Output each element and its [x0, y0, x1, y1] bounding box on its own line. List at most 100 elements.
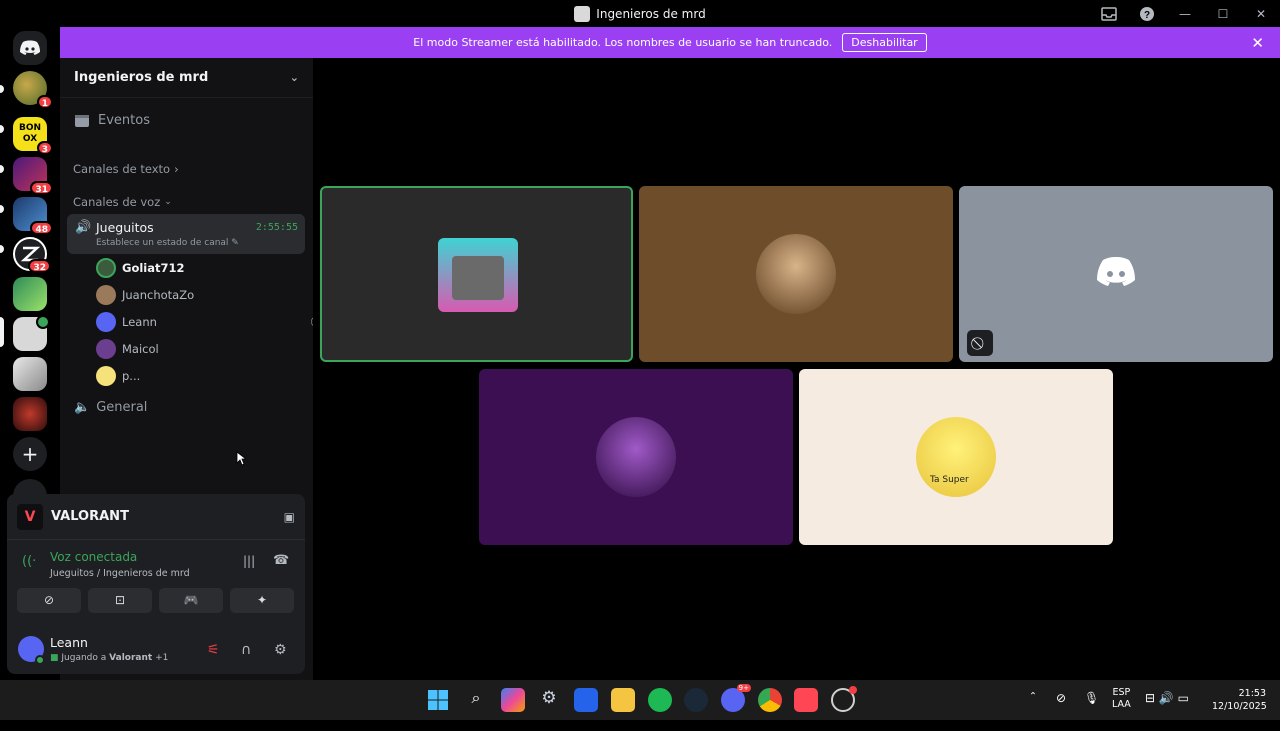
- category-label: Canales de voz: [73, 195, 161, 209]
- settings-gear-icon[interactable]: ⚙: [274, 642, 287, 658]
- voice-user[interactable]: Maicol: [96, 339, 349, 359]
- channel-status[interactable]: Establece un estado de canal ✎: [96, 238, 239, 248]
- server-icon: [574, 5, 591, 22]
- user-activity: ■ Jugando a Valorant +1: [50, 653, 168, 663]
- windows-taskbar: ⌕ ⚙ 9+ ⌃ ⊘ 🎙 ESP LAA ⊟ 🔊 ▭ 21:53 12/10/2…: [0, 680, 1280, 720]
- maximize-button[interactable]: ☐: [1204, 0, 1242, 27]
- camera-off-button[interactable]: ⊘: [17, 588, 81, 613]
- notification-badge: 9+: [736, 684, 751, 692]
- clock[interactable]: 21:53 12/10/2025: [1212, 687, 1267, 727]
- muted-mic-icon[interactable]: ⚟: [207, 642, 220, 658]
- network-off-icon[interactable]: ⊘: [1056, 691, 1066, 731]
- server-header[interactable]: Ingenieros de mrd ⌄: [60, 58, 313, 98]
- add-server-icon[interactable]: +: [13, 437, 47, 471]
- participant-tile[interactable]: [479, 369, 793, 545]
- participant-tile[interactable]: [639, 186, 953, 362]
- banner-text: El modo Streamer está habilitado. Los no…: [413, 36, 833, 49]
- server-icon-4[interactable]: 48: [13, 197, 53, 235]
- voice-user[interactable]: p... ⌄: [96, 366, 349, 386]
- disconnect-icon[interactable]: ☎: [273, 553, 289, 568]
- steam-icon[interactable]: [684, 688, 708, 712]
- avatar: [96, 366, 116, 386]
- avatar: [96, 285, 116, 305]
- user-name: Maicol: [122, 342, 159, 356]
- voice-status[interactable]: Voz conectada: [50, 550, 137, 564]
- avatar: [756, 234, 836, 314]
- settings-gear-icon[interactable]: ⚙: [537, 688, 561, 712]
- copilot-icon[interactable]: [501, 688, 525, 712]
- voice-channel-jueguitos[interactable]: 🔊 Jueguitos 2:55:55 Establece un estado …: [67, 214, 305, 254]
- chevron-up-icon[interactable]: ⌃: [1029, 691, 1037, 731]
- voice-user[interactable]: JuanchotaZo ⌄: [96, 285, 349, 305]
- language-indicator[interactable]: ESP LAA: [1112, 687, 1131, 727]
- user-name: Leann: [122, 315, 157, 329]
- headphones-icon[interactable]: ∩: [241, 642, 251, 658]
- voice-user[interactable]: Goliat712 ⌄: [96, 258, 349, 278]
- close-icon[interactable]: ✕: [1251, 34, 1264, 52]
- mention-badge: 48: [30, 221, 53, 235]
- game-name: VALORANT: [51, 509, 129, 524]
- speaker-icon: 🔈: [74, 400, 91, 415]
- voice-channel-name: Jueguitos: [96, 220, 154, 235]
- voice-user[interactable]: Leann ⃠ ⌄: [96, 312, 349, 332]
- clock-date: 12/10/2025: [1212, 701, 1267, 712]
- avatar: [96, 339, 116, 359]
- signal-icon: ((·: [22, 554, 37, 569]
- help-icon[interactable]: ?: [1128, 0, 1166, 27]
- server-icon-9[interactable]: [13, 397, 47, 431]
- participant-tile[interactable]: [320, 186, 633, 362]
- server-icon-active[interactable]: [13, 315, 50, 351]
- app-icon[interactable]: [831, 686, 857, 712]
- disable-streamer-button[interactable]: Deshabilitar: [842, 33, 927, 52]
- valorant-taskbar-icon[interactable]: [794, 688, 818, 712]
- noise-suppression-icon[interactable]: |||: [243, 554, 255, 568]
- search-icon[interactable]: ⌕: [464, 688, 488, 712]
- discord-taskbar-icon[interactable]: 9+: [721, 684, 751, 712]
- participant-tile[interactable]: ⃠: [959, 186, 1273, 362]
- store-icon[interactable]: [574, 688, 598, 712]
- discord-home-button[interactable]: [13, 31, 47, 65]
- mention-badge: 3: [36, 141, 53, 155]
- user-name[interactable]: Leann: [50, 635, 88, 650]
- minimize-button[interactable]: —: [1166, 0, 1204, 27]
- share-screen-button[interactable]: ⊡: [88, 588, 152, 613]
- server-icon-1[interactable]: 1: [13, 71, 53, 109]
- screen-share-icon[interactable]: ▣: [284, 510, 295, 524]
- server-icon-6[interactable]: [13, 277, 47, 311]
- chevron-down-icon: ⌄: [164, 197, 172, 207]
- spotify-icon[interactable]: [648, 688, 672, 712]
- voice-channel-path[interactable]: Jueguitos / Ingenieros de mrd: [50, 568, 190, 579]
- category-text[interactable]: Canales de texto ›: [73, 162, 326, 176]
- voice-stage: ⃠ Ta Super: [313, 58, 1280, 680]
- server-icon-8[interactable]: [13, 357, 47, 391]
- events-item[interactable]: Eventos: [74, 112, 327, 128]
- window-title-group: Ingenieros de mrd: [574, 5, 706, 22]
- user-panel: V VALORANT ▣ ((· Voz conectada Jueguitos…: [7, 494, 305, 674]
- voice-timer: 2:55:55: [255, 222, 298, 233]
- quick-settings-icon[interactable]: ⊟ 🔊 ▭: [1145, 691, 1189, 731]
- chrome-icon[interactable]: [758, 688, 782, 712]
- mention-badge: 31: [30, 181, 53, 195]
- windows-start-icon[interactable]: [426, 688, 450, 712]
- server-icon-3[interactable]: 31: [13, 157, 53, 195]
- server-name: Ingenieros de mrd: [74, 70, 209, 85]
- microphone-icon[interactable]: 🎙: [1084, 691, 1099, 731]
- server-icon-5[interactable]: 32: [13, 237, 51, 273]
- inbox-icon[interactable]: [1090, 0, 1128, 27]
- voice-active-icon: [36, 315, 50, 329]
- close-window-button[interactable]: ✕: [1242, 0, 1280, 27]
- voice-channel-general[interactable]: 🔈 General: [74, 400, 327, 415]
- user-name: JuanchotaZo: [122, 288, 195, 302]
- activities-button[interactable]: 🎮: [159, 588, 223, 613]
- window-titlebar: Ingenieros de mrd ? — ☐ ✕: [0, 0, 1280, 27]
- channel-status-text: Establece un estado de canal: [96, 238, 229, 248]
- category-voice[interactable]: Canales de voz ⌄: [73, 195, 326, 209]
- unread-indicator: [0, 125, 4, 133]
- soundboard-button[interactable]: ✦: [230, 588, 294, 613]
- participant-tile[interactable]: Ta Super: [799, 369, 1113, 545]
- lang-label: ESP: [1112, 687, 1131, 698]
- file-explorer-icon[interactable]: [611, 688, 635, 712]
- discord-logo-icon: [1097, 257, 1135, 286]
- server-icon-bonox[interactable]: BON OX 3: [13, 117, 53, 155]
- chevron-right-icon: ›: [174, 162, 179, 176]
